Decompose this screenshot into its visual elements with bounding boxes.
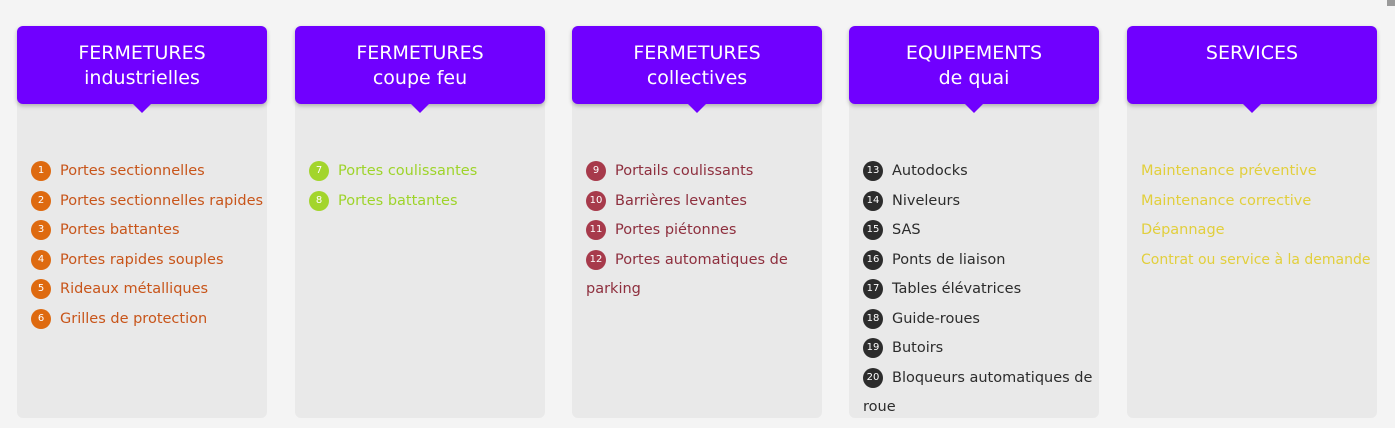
category-header[interactable]: FERMETURES coupe feu [295, 26, 545, 113]
category-list: 7 Portes coulissantes 8 Portes battantes [309, 157, 539, 216]
category-list: 13 Autodocks 14 Niveleurs 15 SAS 16 Ponts de… [863, 157, 1093, 423]
item-link[interactable]: Barrières levantes [615, 193, 747, 209]
category-subtitle: industrielles [84, 67, 200, 89]
number-badge: 7 [309, 161, 329, 181]
item-link[interactable]: Portes sectionnelles rapides [60, 193, 263, 209]
category-title: FERMETURES [633, 42, 761, 64]
item-link[interactable]: Butoirs [892, 340, 943, 356]
category-subtitle: collectives [646, 67, 748, 89]
number-badge: 19 [863, 338, 883, 358]
item-link[interactable]: Bloqueurs automatiques de roue [863, 370, 1092, 416]
category-title: FERMETURES [356, 42, 484, 64]
item-link[interactable]: Dépannage [1141, 222, 1225, 238]
item-link[interactable]: Portes piétonnes [615, 222, 736, 238]
number-badge: 15 [863, 220, 883, 240]
list-item[interactable]: 18 Guide-roues [863, 305, 1093, 335]
item-link[interactable]: Rideaux métalliques [60, 281, 208, 297]
number-badge: 4 [31, 249, 51, 270]
number-badge: 16 [863, 249, 883, 270]
number-badge: 10 [586, 190, 606, 211]
list-item[interactable]: Contrat ou service à la demande [1141, 246, 1371, 276]
number-badge: 8 [309, 190, 329, 211]
number-badge: 12 [586, 249, 606, 270]
category-header[interactable]: FERMETURES collectives [572, 26, 822, 113]
category-fermetures-coupe-feu: FERMETURES coupe feu 7 Portes coulissante… [295, 26, 545, 418]
number-badge: 3 [31, 220, 51, 240]
category-fermetures-collectives: FERMETURES collectives 9 Portails couliss… [572, 26, 822, 418]
item-link[interactable]: Portes automatiques de parking [586, 252, 788, 298]
category-subtitle: coupe feu [372, 67, 468, 89]
item-link[interactable]: Ponts de liaison [892, 252, 1005, 268]
category-header[interactable]: SERVICES [1127, 26, 1377, 113]
item-link[interactable]: Portes rapides souples [60, 252, 224, 268]
item-link[interactable]: Tables élévatrices [892, 281, 1021, 297]
list-item[interactable]: 8 Portes battantes [309, 187, 539, 217]
category-fermetures-industrielles: FERMETURES industrielles 1 Portes section… [17, 26, 267, 418]
list-item[interactable]: 10 Barrières levantes [586, 187, 816, 217]
list-item[interactable]: Maintenance corrective [1141, 187, 1371, 217]
list-item[interactable]: 19 Butoirs [863, 334, 1093, 364]
item-link[interactable]: Portes coulissantes [338, 163, 477, 179]
list-item[interactable]: 2 Portes sectionnelles rapides [31, 187, 263, 217]
item-link[interactable]: Maintenance corrective [1141, 193, 1311, 209]
number-badge: 13 [863, 161, 883, 181]
list-item[interactable]: 5 Rideaux métalliques [31, 275, 261, 305]
item-link[interactable]: Grilles de protection [60, 311, 207, 327]
list-item[interactable]: 12 Portes automatiques de parking [586, 246, 816, 305]
number-badge: 9 [586, 161, 606, 181]
category-list: 1 Portes sectionnelles 2 Portes sectionnel… [31, 157, 263, 335]
number-badge: 18 [863, 308, 883, 329]
item-link[interactable]: Portes battantes [338, 193, 458, 209]
number-badge: 11 [586, 220, 606, 240]
number-badge: 6 [31, 308, 51, 329]
category-header[interactable]: EQUIPEMENTS de quai [849, 26, 1099, 113]
category-title: FERMETURES [78, 42, 206, 64]
list-item[interactable]: 15 SAS [863, 216, 1093, 246]
number-badge: 17 [863, 279, 883, 299]
list-item[interactable]: 9 Portails coulissants [586, 157, 816, 187]
category-services: SERVICES Maintenance préventive Maintena… [1127, 26, 1377, 418]
item-link[interactable]: Contrat ou service à la demande [1141, 252, 1371, 268]
list-item[interactable]: 20 Bloqueurs automatiques de roue [863, 364, 1093, 423]
item-link[interactable]: Autodocks [892, 163, 968, 179]
category-title: SERVICES [1205, 42, 1299, 64]
list-item[interactable]: 7 Portes coulissantes [309, 157, 539, 187]
item-link[interactable]: SAS [892, 222, 921, 238]
list-item[interactable]: 6 Grilles de protection [31, 305, 261, 335]
list-item[interactable]: 17 Tables élévatrices [863, 275, 1093, 305]
list-item[interactable]: 14 Niveleurs [863, 187, 1093, 217]
list-item[interactable]: 3 Portes battantes [31, 216, 261, 246]
item-link[interactable]: Guide-roues [892, 311, 980, 327]
item-link[interactable]: Portes battantes [60, 222, 180, 238]
number-badge: 1 [31, 161, 51, 181]
category-header[interactable]: FERMETURES industrielles [17, 26, 267, 113]
scroll-corner [1387, 0, 1395, 6]
item-link[interactable]: Portes sectionnelles [60, 163, 205, 179]
number-badge: 14 [863, 190, 883, 211]
category-subtitle: de quai [938, 67, 1010, 89]
list-item[interactable]: 4 Portes rapides souples [31, 246, 261, 276]
page: FERMETURES industrielles 1 Portes section… [0, 0, 1395, 428]
list-item[interactable]: 16 Ponts de liaison [863, 246, 1093, 276]
item-link[interactable]: Niveleurs [892, 193, 960, 209]
number-badge: 20 [863, 367, 883, 388]
category-list: Maintenance préventive Maintenance corre… [1141, 157, 1371, 275]
number-badge: 2 [31, 190, 51, 211]
item-link[interactable]: Portails coulissants [615, 163, 753, 179]
number-badge: 5 [31, 279, 51, 299]
list-item[interactable]: Maintenance préventive [1141, 157, 1371, 187]
list-item[interactable]: 13 Autodocks [863, 157, 1093, 187]
category-equipements-de-quai: EQUIPEMENTS de quai 13 Autodocks 14 Nivele… [849, 26, 1099, 418]
category-title: EQUIPEMENTS [905, 42, 1043, 64]
list-item[interactable]: Dépannage [1141, 216, 1371, 246]
category-list: 9 Portails coulissants 10 Barrières levant… [586, 157, 816, 305]
item-link[interactable]: Maintenance préventive [1141, 163, 1317, 179]
list-item[interactable]: 11 Portes piétonnes [586, 216, 816, 246]
list-item[interactable]: 1 Portes sectionnelles [31, 157, 261, 187]
